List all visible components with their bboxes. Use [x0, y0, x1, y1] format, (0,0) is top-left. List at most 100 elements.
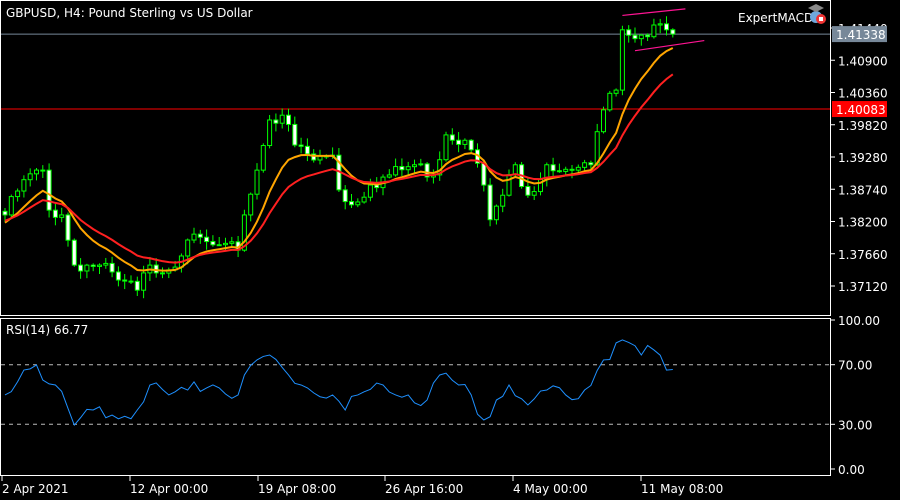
candle-body [8, 196, 14, 216]
candle-body [412, 164, 417, 168]
candle [468, 139, 474, 153]
candle-body [506, 174, 512, 196]
candle-body [71, 239, 77, 266]
price-tick-label: 1.38200 [838, 216, 888, 230]
bid-price-badge-label: 1.41338 [836, 28, 886, 42]
candle [8, 194, 14, 218]
candle-body [65, 214, 71, 241]
candle-body [569, 168, 575, 171]
candle-body [304, 145, 310, 155]
candle-body [531, 191, 537, 196]
candle-body [367, 184, 373, 198]
background [0, 0, 900, 500]
candle-body [46, 169, 52, 211]
candle-body [279, 114, 285, 124]
price-tick-label: 1.39280 [838, 151, 888, 165]
candle-body [638, 34, 644, 40]
price-tick-label: 1.40360 [838, 87, 888, 101]
candle-body [456, 139, 462, 145]
candle-body [115, 271, 121, 281]
candle-body [15, 190, 21, 198]
candle-body [248, 193, 254, 216]
candle-body [355, 201, 361, 206]
candle-body [292, 123, 298, 146]
candle-body [563, 168, 569, 172]
candle-body [273, 119, 279, 124]
chart-title: GBPUSD, H4: Pound Sterling vs US Dollar [6, 6, 253, 20]
candle [619, 25, 625, 96]
candle-body [443, 134, 449, 161]
candle-body [84, 264, 90, 272]
candle-body [40, 169, 46, 172]
candle-body [651, 24, 657, 38]
candle-body [550, 164, 556, 172]
candle-body [632, 34, 638, 40]
candle-body [141, 272, 147, 291]
chart-window[interactable]: 1.414401.409001.403601.398201.392801.387… [0, 0, 900, 500]
candle-body [626, 29, 632, 36]
candle-body [500, 194, 506, 207]
rsi-tick-label: 30.00 [838, 418, 872, 432]
candle-body [493, 205, 499, 221]
candle-body [607, 92, 613, 111]
candle-body [468, 139, 474, 151]
candle-body [342, 189, 348, 203]
candle-body [613, 89, 619, 94]
candle-body [582, 162, 588, 168]
candle-body [462, 139, 468, 145]
candle-body [90, 264, 96, 267]
candle-body [109, 262, 115, 273]
candle-body [191, 233, 197, 241]
candle [607, 90, 613, 112]
rsi-tick-label: 0.00 [838, 463, 865, 477]
price-tick-label: 1.39820 [838, 119, 888, 133]
candle-body [2, 210, 8, 216]
candle-body [286, 114, 291, 125]
candle [601, 106, 606, 134]
candle-body [160, 272, 165, 275]
time-tick-label: 19 Apr 08:00 [258, 482, 336, 496]
candle-body [298, 144, 304, 147]
expert-label[interactable]: ExpertMACD [738, 11, 813, 25]
candle-body [575, 166, 581, 171]
candle-body [229, 241, 235, 244]
candle-body [52, 209, 58, 218]
candle-body [670, 29, 676, 35]
candle-body [487, 184, 493, 221]
time-tick-label: 2 Apr 2021 [2, 482, 69, 496]
candle-body [645, 34, 651, 38]
rsi-tick-label: 70.00 [838, 359, 872, 373]
price-tick-label: 1.40900 [838, 54, 888, 68]
candle-body [525, 186, 531, 196]
candle-body [27, 173, 33, 181]
candle-body [556, 170, 562, 173]
time-tick-label: 4 May 00:00 [513, 482, 588, 496]
time-tick-label: 11 May 08:00 [641, 482, 723, 496]
candle-body [399, 166, 405, 171]
candle-body [349, 201, 354, 206]
candle-body [216, 244, 222, 247]
candle-body [128, 280, 134, 283]
candle-body [78, 264, 84, 272]
candle-body [254, 169, 260, 195]
price-tick-label: 1.37660 [838, 248, 888, 262]
candle-body [619, 29, 625, 91]
candle-body [185, 239, 191, 257]
candle-body [657, 23, 663, 26]
candle-body [153, 264, 159, 274]
candle [267, 114, 273, 149]
rsi-tick-label: 100.00 [838, 314, 880, 328]
candle-body [393, 166, 399, 176]
candle-body [386, 174, 392, 178]
time-tick-label: 12 Apr 00:00 [130, 482, 208, 496]
candle-body [197, 233, 203, 238]
candle-body [481, 162, 487, 186]
time-tick-label: 26 Apr 16:00 [385, 482, 463, 496]
rsi-title: RSI(14) 66.77 [6, 323, 88, 337]
candle-body [361, 196, 367, 203]
candle-body [223, 242, 228, 246]
candle [46, 163, 52, 218]
candle-body [664, 23, 669, 31]
candle-body [122, 279, 128, 282]
candle-body [21, 179, 27, 192]
